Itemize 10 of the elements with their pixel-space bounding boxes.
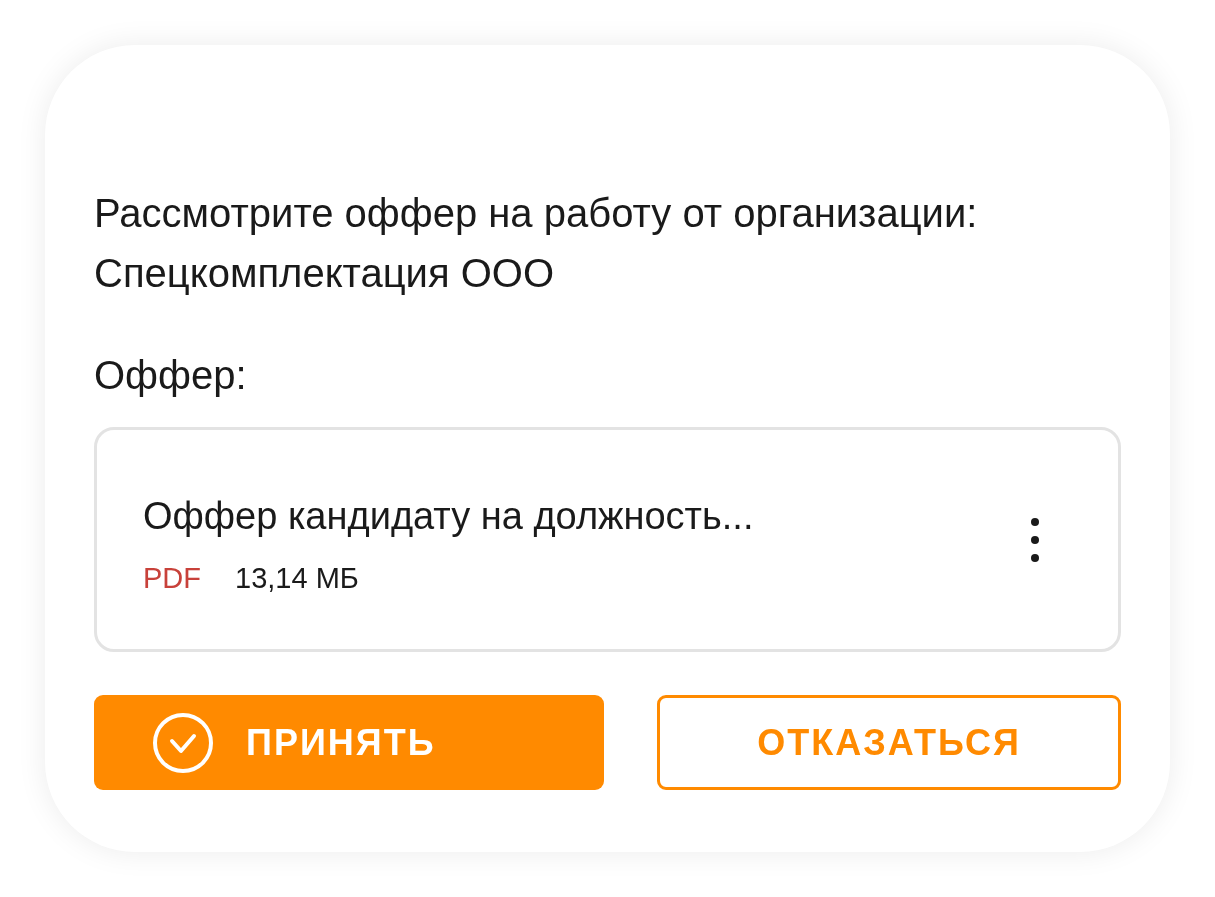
offer-label: Оффер: [94,352,248,399]
accept-button[interactable]: ПРИНЯТЬ [94,695,604,790]
file-name: Оффер кандидату на должность... [143,494,754,539]
check-circle-icon [152,711,214,774]
file-type: PDF [143,562,201,595]
file-size: 13,14 МБ [235,562,359,595]
more-options-icon[interactable] [1030,516,1040,563]
offer-message: Рассмотрите оффер на работу от организации: Спецкомплектация ООО [94,190,979,297]
decline-button[interactable]: ОТКАЗАТЬСЯ [657,695,1121,790]
file-attachment[interactable]: Оффер кандидату на должность... PDF 13,14 МБ [94,427,1121,652]
